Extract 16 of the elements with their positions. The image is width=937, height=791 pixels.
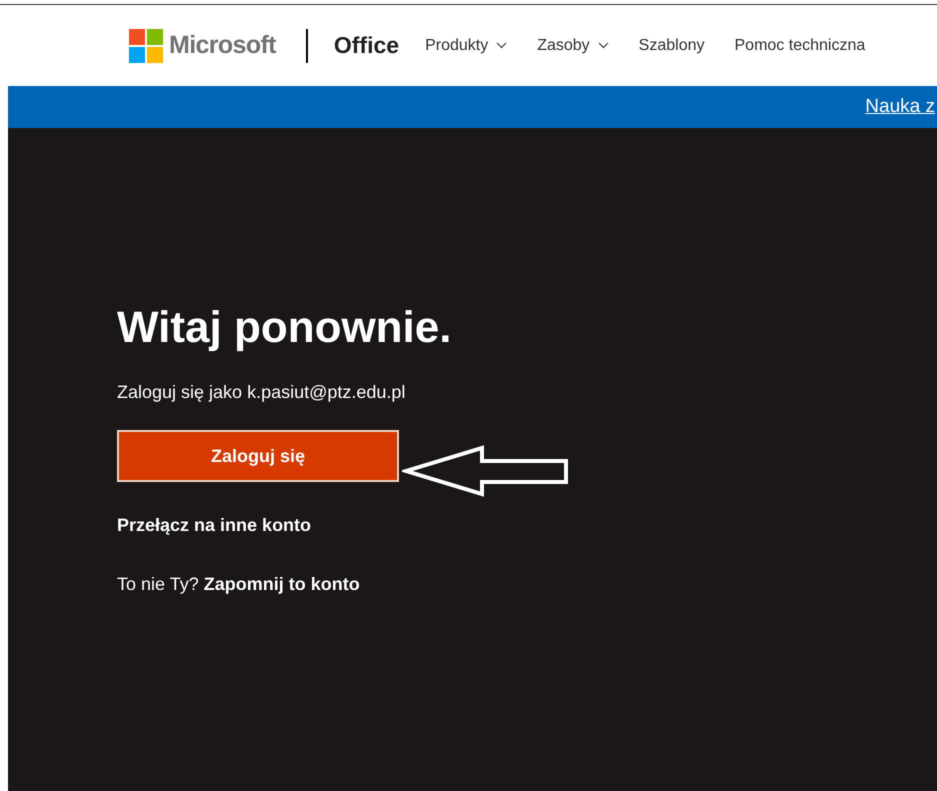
- brand-name: Microsoft: [169, 30, 276, 61]
- nav-item[interactable]: Szablony: [638, 34, 704, 58]
- chevron-down-icon: [598, 42, 609, 49]
- nav-item[interactable]: Produkty: [425, 34, 508, 58]
- nav-item[interactable]: Pomoc techniczna: [734, 34, 866, 58]
- nav-item[interactable]: Zasoby: [537, 34, 609, 58]
- sign-in-button[interactable]: Zaloguj się: [117, 430, 399, 482]
- product-name: Office: [334, 31, 400, 60]
- welcome-title: Witaj ponownie.: [117, 302, 452, 354]
- account-text: Zaloguj się jako k.pasiut@ptz.edu.pl: [117, 381, 406, 404]
- switch-account-link[interactable]: Przełącz na inne konto: [117, 512, 312, 539]
- forget-account-link[interactable]: Zapomnij to konto: [204, 571, 360, 598]
- chevron-down-icon: [496, 42, 508, 49]
- logo-icon: [129, 28, 163, 62]
- banner-link[interactable]: Nauka z: [865, 92, 935, 122]
- not-you-text: To nie Ty?: [117, 573, 199, 596]
